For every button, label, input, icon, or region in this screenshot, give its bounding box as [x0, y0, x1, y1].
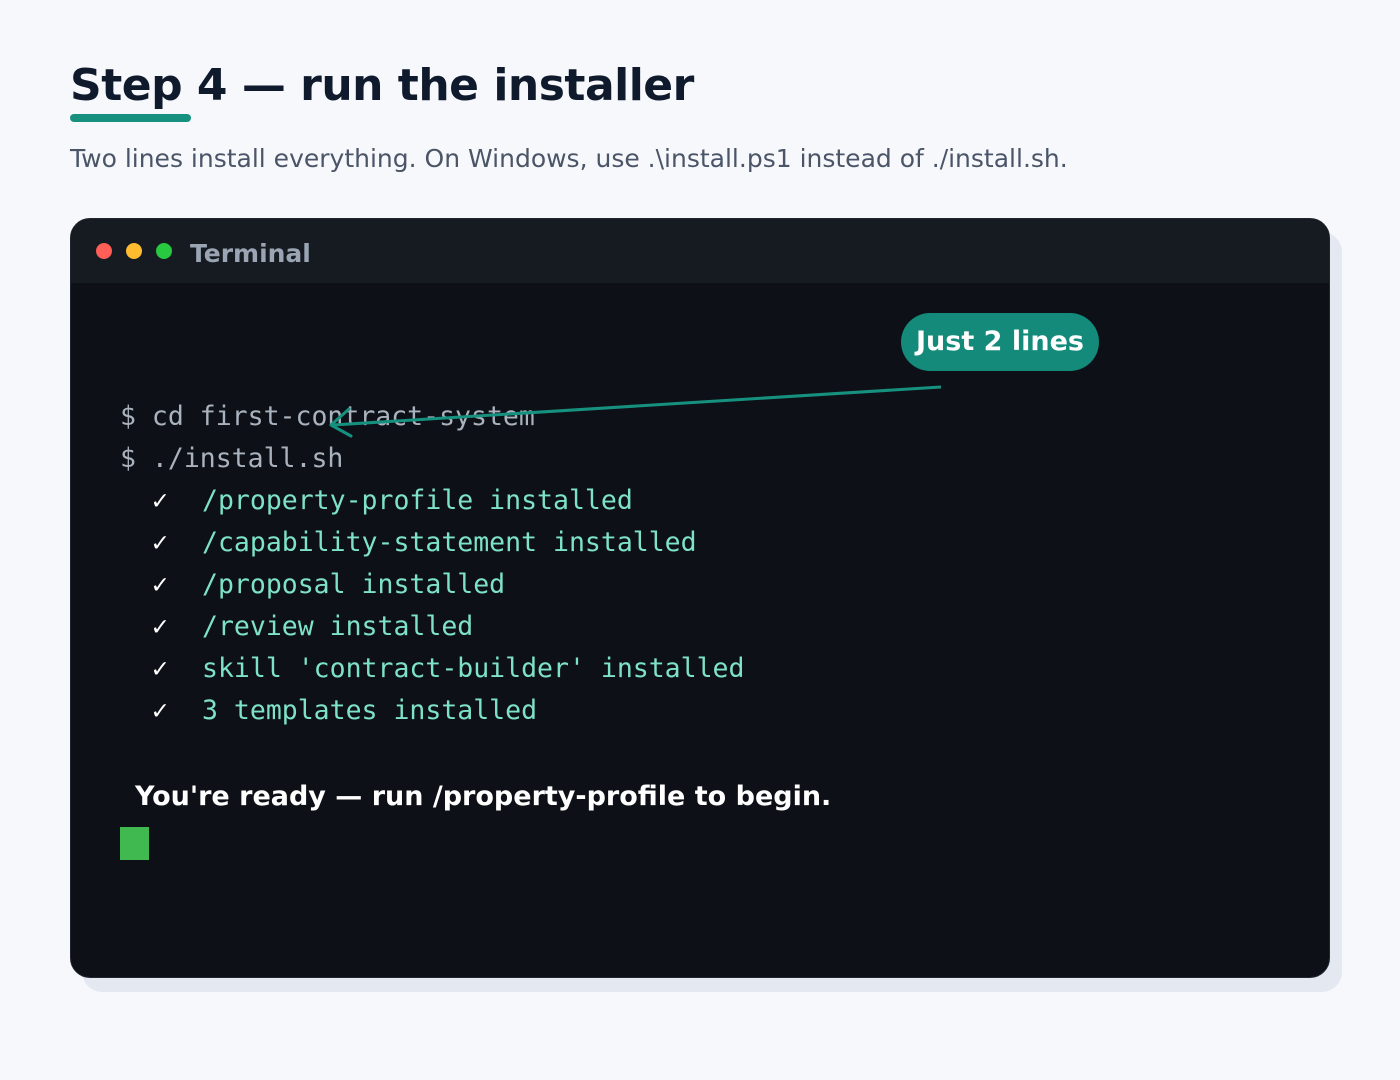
- minimize-dot-icon[interactable]: [126, 243, 142, 259]
- check-icon: ✓: [152, 569, 168, 600]
- output-text: /proposal installed: [202, 569, 506, 600]
- output-text: /property-profile installed: [202, 485, 633, 516]
- output-line: ✓ skill 'contract-builder' installed: [120, 652, 744, 686]
- terminal-cursor: [120, 827, 149, 860]
- output-text: 3 templates installed: [202, 695, 538, 726]
- ready-message: You're ready — run /property-profile to …: [135, 781, 832, 812]
- callout-badge: Just 2 lines: [901, 313, 1099, 371]
- output-line: ✓ /review installed: [120, 610, 473, 644]
- maximize-dot-icon[interactable]: [156, 243, 172, 259]
- output-text: skill 'contract-builder' installed: [202, 653, 745, 684]
- check-icon: ✓: [152, 527, 168, 558]
- title-underline: [70, 114, 191, 122]
- check-icon: ✓: [152, 611, 168, 642]
- output-line: ✓ /proposal installed: [120, 568, 505, 602]
- page-title: Step 4 — run the installer: [70, 60, 694, 111]
- terminal-title: Terminal: [190, 239, 311, 268]
- output-text: /review installed: [202, 611, 474, 642]
- callout-arrow-icon: [329, 385, 942, 438]
- check-icon: ✓: [152, 695, 168, 726]
- terminal-window: Terminal $ cd first-contract-system $ ./…: [70, 218, 1330, 978]
- terminal-titlebar: Terminal: [71, 219, 1329, 283]
- output-line: ✓ 3 templates installed: [120, 694, 537, 728]
- check-icon: ✓: [152, 653, 168, 684]
- check-icon: ✓: [152, 485, 168, 516]
- output-line: ✓ /capability-statement installed: [120, 526, 697, 560]
- page-subtitle: Two lines install everything. On Windows…: [70, 144, 1068, 173]
- terminal-body[interactable]: $ cd first-contract-system $ ./install.s…: [71, 283, 1329, 977]
- output-text: /capability-statement installed: [202, 527, 697, 558]
- output-line: ✓ /property-profile installed: [120, 484, 633, 518]
- close-dot-icon[interactable]: [96, 243, 112, 259]
